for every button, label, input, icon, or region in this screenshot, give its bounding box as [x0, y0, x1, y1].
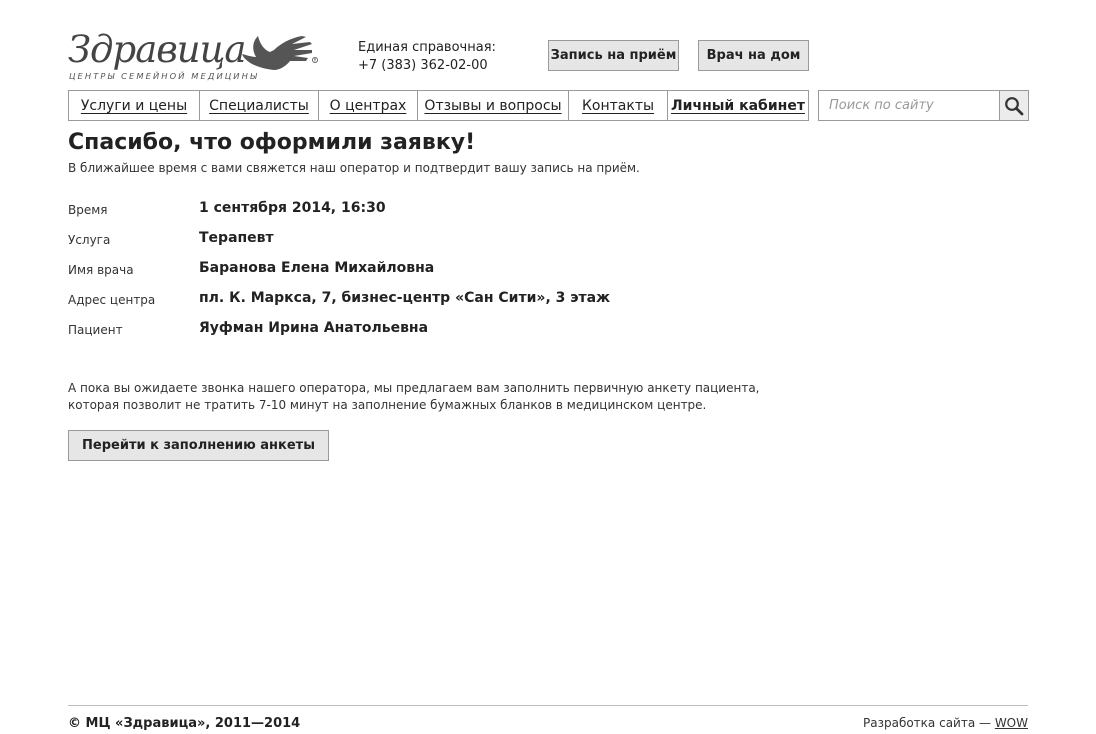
home-doctor-button[interactable]: Врач на дом — [698, 40, 809, 71]
phone-number[interactable]: +7 (383) 362-02-00 — [358, 57, 496, 75]
svg-text:R: R — [314, 58, 317, 63]
detail-row-time: Время 1 сентября 2014, 16:30 — [68, 199, 768, 229]
copyright: © МЦ «Здравица», 2011—2014 — [68, 716, 301, 731]
detail-value: Баранова Елена Михайловна — [199, 260, 435, 276]
nav-item-contacts[interactable]: Контакты — [569, 91, 668, 120]
detail-value: Яуфман Ирина Анатольевна — [199, 320, 429, 336]
detail-label: Время — [68, 203, 108, 217]
developer-credit: Разработка сайта — WOW — [863, 716, 1028, 730]
dev-prefix: Разработка сайта — — [863, 716, 995, 730]
nav-item-specialists[interactable]: Специалисты — [200, 91, 319, 120]
search-box — [818, 90, 1029, 121]
detail-row-address: Адрес центра пл. К. Маркса, 7, бизнес-це… — [68, 289, 768, 319]
nav-item-centers[interactable]: О центрах — [319, 91, 418, 120]
phone-label: Единая справочная: — [358, 40, 496, 55]
main-nav: Услуги и цены Специалисты О центрах Отзы… — [68, 90, 809, 121]
hand-bird-icon: R — [242, 36, 318, 70]
dev-link[interactable]: WOW — [995, 716, 1028, 730]
logo-tagline: ЦЕНТРЫ СЕМЕЙНОЙ МЕДИЦИНЫ — [69, 71, 259, 81]
logo-name: Здравица — [68, 28, 246, 71]
detail-row-service: Услуга Терапевт — [68, 229, 768, 259]
info-line: которая позволит не тратить 7-10 минут н… — [68, 398, 707, 412]
search-input[interactable] — [819, 91, 999, 120]
detail-value: 1 сентября 2014, 16:30 — [199, 200, 386, 216]
nav-item-services[interactable]: Услуги и цены — [69, 91, 200, 120]
detail-label: Услуга — [68, 233, 111, 247]
detail-label: Пациент — [68, 323, 123, 337]
detail-row-doctor: Имя врача Баранова Елена Михайловна — [68, 259, 768, 289]
nav-item-reviews[interactable]: Отзывы и вопросы — [418, 91, 569, 120]
magnifier-icon — [1005, 96, 1024, 115]
search-button[interactable] — [999, 91, 1028, 120]
appointment-details: Время 1 сентября 2014, 16:30 Услуга Тера… — [68, 199, 768, 349]
page-title: Спасибо, что оформили заявку! — [68, 130, 476, 155]
detail-value: Терапевт — [199, 230, 274, 246]
detail-label: Адрес центра — [68, 293, 156, 307]
detail-label: Имя врача — [68, 263, 134, 277]
appointment-button[interactable]: Запись на приём — [548, 40, 679, 71]
nav-item-account[interactable]: Личный кабинет — [668, 91, 808, 120]
fill-questionnaire-button[interactable]: Перейти к заполнению анкеты — [68, 430, 329, 461]
detail-value: пл. К. Маркса, 7, бизнес-центр «Сан Сити… — [199, 290, 611, 306]
reference-phone: Единая справочная: +7 (383) 362-02-00 — [358, 39, 496, 75]
questionnaire-info: А пока вы ожидаете звонка нашего операто… — [68, 380, 760, 414]
detail-row-patient: Пациент Яуфман Ирина Анатольевна — [68, 319, 768, 349]
info-line: А пока вы ожидаете звонка нашего операто… — [68, 381, 760, 395]
page-subtitle: В ближайшее время с вами свяжется наш оп… — [68, 161, 640, 175]
footer-divider — [68, 705, 1028, 706]
logo[interactable]: Здравица ЦЕНТРЫ СЕМЕЙНОЙ МЕДИЦИНЫ R — [68, 30, 320, 82]
